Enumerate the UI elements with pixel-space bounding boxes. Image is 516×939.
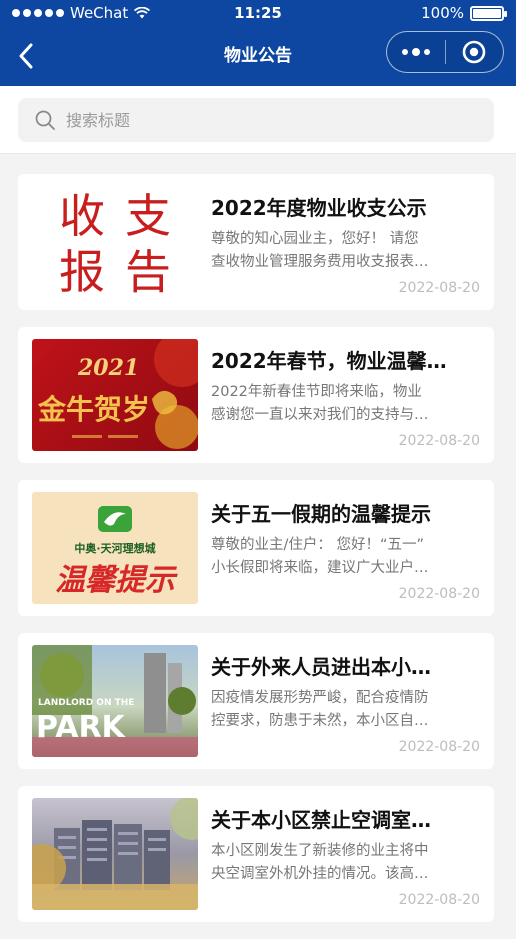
announcement-list: 收 支 报 告 2022年度物业收支公示 尊敬的知心园业主，您好！ 请您 查收物… xyxy=(18,174,494,939)
park-sign: LANDLORD ON THE xyxy=(38,698,134,708)
search-section xyxy=(0,86,516,154)
announcement-title: 关于外来人员进出本小… xyxy=(211,655,431,679)
announcement-title: 关于本小区禁止空调室… xyxy=(211,808,431,832)
report-char: 支 xyxy=(125,189,171,243)
battery-fill xyxy=(473,8,501,18)
announcement-thumbnail xyxy=(32,798,198,910)
announcement-thumbnail: 收 支 报 告 xyxy=(32,186,198,298)
announcement-date: 2022-08-20 xyxy=(398,739,480,755)
notice-thumbnail-art: 中奥·天河理想城 温馨提示 xyxy=(55,506,178,598)
announcement-date: 2022-08-20 xyxy=(398,280,480,296)
notice-text: 温馨提示 xyxy=(55,563,178,598)
announcement-date: 2022-08-20 xyxy=(398,892,480,908)
new-year-year: 2021 xyxy=(77,355,139,381)
announcement-card[interactable]: 收 支 报 告 2022年度物业收支公示 尊敬的知心园业主，您好！ 请您 查收物… xyxy=(18,174,494,310)
announcement-title: 关于五一假期的温馨提示 xyxy=(211,502,431,526)
announcement-summary: 因疫情发展形势严峻，配合疫情防 控要求，防患于未然，本小区自… xyxy=(211,690,429,729)
building-thumbnail-art xyxy=(32,798,198,910)
announcement-card[interactable]: 中奥·天河理想城 温馨提示 关于五一假期的温馨提示 尊敬的业主/住户： 您好！“… xyxy=(18,480,494,616)
carrier-label: WeChat xyxy=(70,4,129,22)
announcement-summary: 尊敬的知心园业主，您好！ 请您 查收物业管理服务费用收支报表… xyxy=(211,231,429,270)
miniprogram-capsule xyxy=(386,31,504,73)
announcement-thumbnail: 中奥·天河理想城 温馨提示 xyxy=(32,492,198,604)
announcement-title: 2022年度物业收支公示 xyxy=(211,196,427,220)
announcement-date: 2022-08-20 xyxy=(398,586,480,602)
announcement-title: 2022年春节，物业温馨… xyxy=(211,349,447,373)
announcement-card[interactable]: 关于本小区禁止空调室… 本小区刚发生了新装修的业主将中 央空调室外机外挂的情况。… xyxy=(18,786,494,922)
more-button[interactable] xyxy=(387,32,445,72)
wifi-icon xyxy=(134,7,151,19)
search-icon xyxy=(35,110,55,130)
announcement-card[interactable]: 2021 金牛贺岁 2022年春节，物业温馨… 2022年新春佳节即将来临，物业… xyxy=(18,327,494,463)
park-text: PARK xyxy=(36,710,127,745)
status-bar: WeChat 11:25 100% xyxy=(0,0,516,26)
nav-bar: 物业公告 xyxy=(0,26,516,86)
target-close-icon xyxy=(462,40,486,64)
park-thumbnail-art: LANDLORD ON THE PARK xyxy=(32,645,198,757)
announcement-thumbnail: 2021 金牛贺岁 xyxy=(32,339,198,451)
signal-icon xyxy=(12,9,64,17)
announcement-date: 2022-08-20 xyxy=(398,433,480,449)
announcement-summary: 尊敬的业主/住户： 您好！“五一” 小长假即将来临，建议广大业户… xyxy=(211,537,429,576)
report-char: 收 xyxy=(59,189,105,243)
status-left: WeChat xyxy=(12,4,192,22)
notice-brand: 中奥·天河理想城 xyxy=(74,541,155,555)
report-char: 告 xyxy=(125,245,171,298)
status-right: 100% xyxy=(324,4,507,22)
search-box[interactable] xyxy=(18,98,494,142)
status-time: 11:25 xyxy=(234,4,282,22)
report-char: 报 xyxy=(59,245,105,298)
announcement-thumbnail: LANDLORD ON THE PARK xyxy=(32,645,198,757)
announcement-summary: 本小区刚发生了新装修的业主将中 央空调室外机外挂的情况。该高… xyxy=(211,843,429,882)
close-miniprogram-button[interactable] xyxy=(446,32,504,72)
new-year-text: 金牛贺岁 xyxy=(37,393,150,426)
new-year-thumbnail-art: 2021 金牛贺岁 xyxy=(37,339,198,449)
announcement-summary: 2022年新春佳节即将来临，物业 感谢您一直以来对我们的支持与… xyxy=(211,384,429,423)
more-icon xyxy=(401,48,430,56)
announcement-card[interactable]: LANDLORD ON THE PARK 关于外来人员进出本小… 因疫情发展形势… xyxy=(18,633,494,769)
battery-icon xyxy=(470,5,507,21)
report-thumbnail-art: 收 支 报 告 xyxy=(59,189,171,298)
battery-percent: 100% xyxy=(421,4,464,22)
search-input[interactable] xyxy=(66,110,494,130)
